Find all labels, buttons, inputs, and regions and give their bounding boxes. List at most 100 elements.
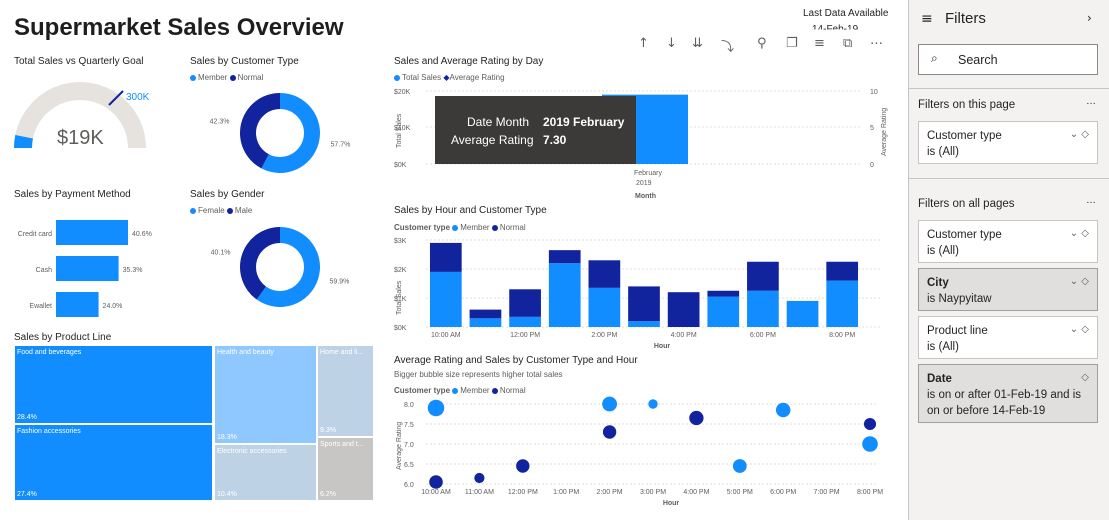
hour-bar-member-8[interactable] — [747, 290, 779, 327]
legend-normal: Normal — [237, 73, 264, 82]
drill-up-icon[interactable]: ↑ — [638, 36, 649, 51]
bubble-member-0[interactable] — [427, 399, 445, 417]
chevron-down-icon[interactable]: ⌄ ◇ — [1070, 226, 1089, 242]
hour-bar-normal-6[interactable] — [667, 292, 700, 327]
bubble-legend-member: Member — [460, 386, 490, 395]
hour-bar-member-4[interactable] — [588, 287, 621, 327]
chevron-down-icon[interactable]: ⌄ ◇ — [1070, 127, 1089, 143]
bubble-normal-3[interactable] — [602, 425, 617, 439]
hour-bar-normal-8[interactable] — [747, 261, 779, 291]
filter-lines-icon: ≡ — [921, 11, 933, 27]
bubble-legend-normal: Normal — [499, 386, 526, 395]
bubble-member-4[interactable] — [775, 402, 791, 418]
collapse-pane-icon[interactable]: › — [1087, 11, 1092, 25]
treemap-electronic[interactable]: Electronic accessories 10.4% — [214, 444, 317, 501]
product-line-treemap[interactable]: Food and beverages 28.4% Fashion accesso… — [14, 345, 374, 501]
eraser-icon[interactable]: ◇ — [1081, 370, 1089, 386]
treemap-sports[interactable]: Sports and t... 6.2% — [317, 437, 374, 501]
filter-card-product-line[interactable]: Product line is (All) ⌄ ◇ — [918, 316, 1098, 359]
customer-type-slice-label-1: 42.3% — [210, 119, 230, 126]
treemap-fashion[interactable]: Fashion accessories 27.4% — [14, 424, 213, 501]
hour-bar-member-7[interactable] — [707, 296, 740, 327]
filter-card-city[interactable]: City is Naypyitaw ⌄ ◇ — [918, 268, 1098, 311]
copy-icon[interactable]: ❐ — [786, 36, 798, 51]
bubble-member-2[interactable] — [648, 399, 658, 409]
hour-xtick-1: 12:00 PM — [510, 332, 540, 339]
filter-card-date[interactable]: Date is on or after 01-Feb-19 and is on … — [918, 364, 1098, 423]
filter-pane: ≡ Filters › ⌕ Search Filters on this pag… — [908, 0, 1109, 520]
filter-value: is Naypyitaw — [927, 293, 992, 305]
bubble-member-3[interactable] — [732, 459, 747, 473]
treemap-home[interactable]: Home and li... 9.3% — [317, 345, 374, 437]
legend-female-dot — [190, 207, 196, 214]
filter-search-input[interactable]: ⌕ Search — [918, 44, 1098, 75]
hour-bar-normal-7[interactable] — [707, 290, 740, 297]
chevron-down-icon[interactable]: ⌄ ◇ — [1070, 322, 1089, 338]
bubble-normal-4[interactable] — [689, 410, 704, 426]
hour-xtick-5: 8:00 PM — [829, 332, 855, 339]
bubble-member-1[interactable] — [602, 396, 618, 412]
focus-mode-icon[interactable]: ⧉ — [843, 36, 852, 51]
pin-icon[interactable]: ⚲ — [757, 36, 767, 51]
payment-bar-1[interactable] — [56, 256, 119, 281]
bubble-ytick-1: 7.5 — [404, 422, 414, 429]
hour-stacked-bar-chart[interactable]: $3K$2K$1K$0K10:00 AM 12:00 PM 2:00 PM 4:00 … — [392, 234, 892, 352]
expand-all-icon[interactable]: ⇊ — [692, 36, 703, 51]
pane-divider-2 — [909, 178, 1109, 179]
bubble-legend-normal-dot — [491, 387, 498, 394]
hour-bar-normal-4[interactable] — [588, 260, 621, 288]
search-icon: ⌕ — [931, 51, 938, 65]
expand-next-level-icon[interactable]: ⤵ — [721, 36, 734, 55]
page-filters-more-icon[interactable]: … — [1086, 96, 1096, 107]
gender-donut[interactable]: 59.9% 40.1% — [200, 222, 360, 312]
filter-pane-title: Filters — [945, 10, 986, 27]
all-filters-more-icon[interactable]: … — [1086, 195, 1096, 206]
bubble-chart-legend: Customer type Member Normal — [394, 386, 526, 395]
gauge-chart[interactable]: 300K $19K — [10, 78, 170, 158]
filter-name: Date — [927, 373, 952, 385]
legend-member: Member — [198, 73, 228, 82]
more-options-icon[interactable]: … — [870, 33, 883, 48]
bubble-chart[interactable]: 8.0 7.5 7.0 6.5 6.0 10:00 AM 11:00 AM 12:00 PM 1… — [392, 396, 892, 508]
page-filter-customer-type[interactable]: Customer type is (All) ⌄ ◇ — [918, 121, 1098, 164]
payment-bar-2[interactable] — [56, 292, 99, 317]
hour-bar-member-2[interactable] — [509, 316, 541, 327]
chevron-down-icon[interactable]: ⌄ ◇ — [1070, 274, 1089, 290]
bubble-normal-1[interactable] — [474, 472, 485, 484]
hour-xtick-0: 10:00 AM — [431, 332, 461, 339]
hour-ytick-1: $2K — [394, 267, 407, 274]
bubble-normal-2[interactable] — [516, 459, 530, 473]
hour-bar-normal-2[interactable] — [509, 289, 541, 317]
customer-type-donut[interactable]: 57.7% 42.3% — [200, 88, 360, 178]
bubble-xtick-5: 3:00 PM — [640, 489, 666, 496]
day-y2label: Average Rating — [881, 108, 888, 156]
hour-bar-normal-3[interactable] — [548, 250, 581, 264]
treemap-food[interactable]: Food and beverages 28.4% — [14, 345, 213, 424]
bubble-normal-5[interactable] — [863, 417, 877, 431]
hour-bar-normal-0[interactable] — [429, 242, 462, 272]
hour-bar-member-0[interactable] — [429, 271, 462, 327]
gender-slice-1[interactable] — [240, 227, 280, 300]
drill-down-icon[interactable]: ↓ — [666, 36, 677, 51]
filter-icon[interactable]: ≡ — [814, 36, 825, 51]
filter-card-customer-type[interactable]: Customer type is (All) ⌄ ◇ — [918, 220, 1098, 263]
bubble-member-5[interactable] — [862, 436, 878, 452]
payment-bar-0[interactable] — [56, 220, 128, 245]
payment-value-1: 35.3% — [123, 267, 143, 274]
payment-bar-chart[interactable]: Credit card 40.6% Cash 35.3% Ewallet 24.0% — [10, 210, 180, 320]
hour-bar-member-3[interactable] — [548, 263, 581, 327]
hour-bar-member-9[interactable] — [786, 300, 819, 327]
treemap-health[interactable]: Health and beauty 18.3% — [214, 345, 317, 444]
treemap-food-pct: 28.4% — [17, 414, 37, 421]
bubble-ytick-0: 8.0 — [404, 402, 414, 409]
hour-bar-member-5[interactable] — [628, 321, 660, 327]
day-y2tick-1: 5 — [870, 125, 874, 132]
bubble-normal-0[interactable] — [429, 475, 443, 489]
hour-bar-member-10[interactable] — [826, 280, 859, 327]
hour-bar-member-1[interactable] — [469, 318, 502, 327]
hour-bar-normal-1[interactable] — [469, 309, 502, 319]
hour-bar-normal-5[interactable] — [628, 286, 660, 322]
filter-value: is (All) — [927, 146, 959, 158]
hour-bar-normal-10[interactable] — [826, 261, 859, 281]
bubble-chart-subtitle: Bigger bubble size represents higher tot… — [394, 370, 563, 379]
